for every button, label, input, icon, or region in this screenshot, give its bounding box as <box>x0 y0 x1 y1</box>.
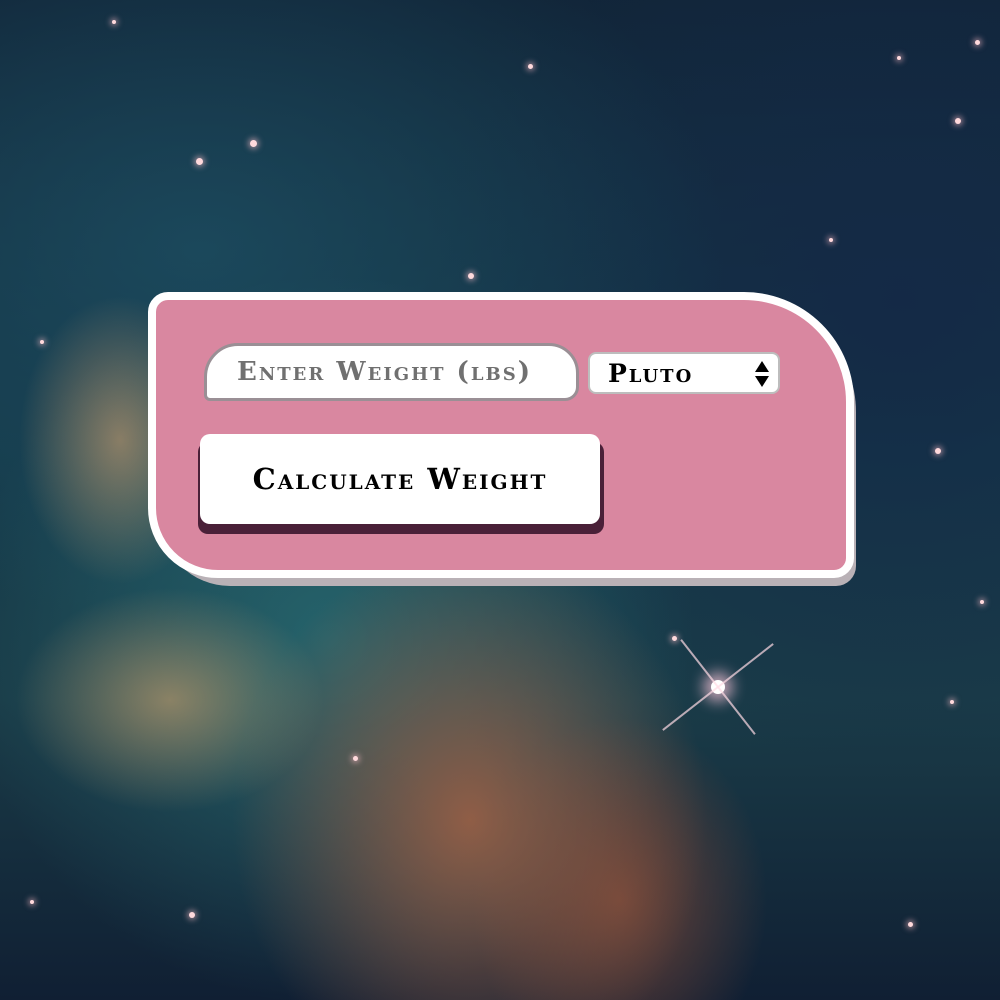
planet-select[interactable]: Pluto <box>588 352 780 394</box>
star <box>468 273 474 279</box>
star <box>975 40 980 45</box>
star <box>950 700 954 704</box>
star <box>30 900 34 904</box>
bright-star <box>711 680 725 694</box>
star <box>189 912 195 918</box>
star <box>528 64 533 69</box>
weight-input[interactable] <box>204 343 579 401</box>
star <box>353 756 358 761</box>
star <box>980 600 984 604</box>
star <box>672 636 677 641</box>
star <box>250 140 257 147</box>
planet-select-value: Pluto <box>608 358 694 388</box>
star <box>112 20 116 24</box>
star <box>935 448 941 454</box>
star <box>40 340 44 344</box>
star <box>908 922 913 927</box>
calculate-weight-button[interactable]: Calculate Weight <box>200 434 600 524</box>
star <box>829 238 833 242</box>
select-arrows-icon <box>754 360 770 388</box>
star <box>955 118 961 124</box>
star <box>196 158 203 165</box>
star <box>897 56 901 60</box>
